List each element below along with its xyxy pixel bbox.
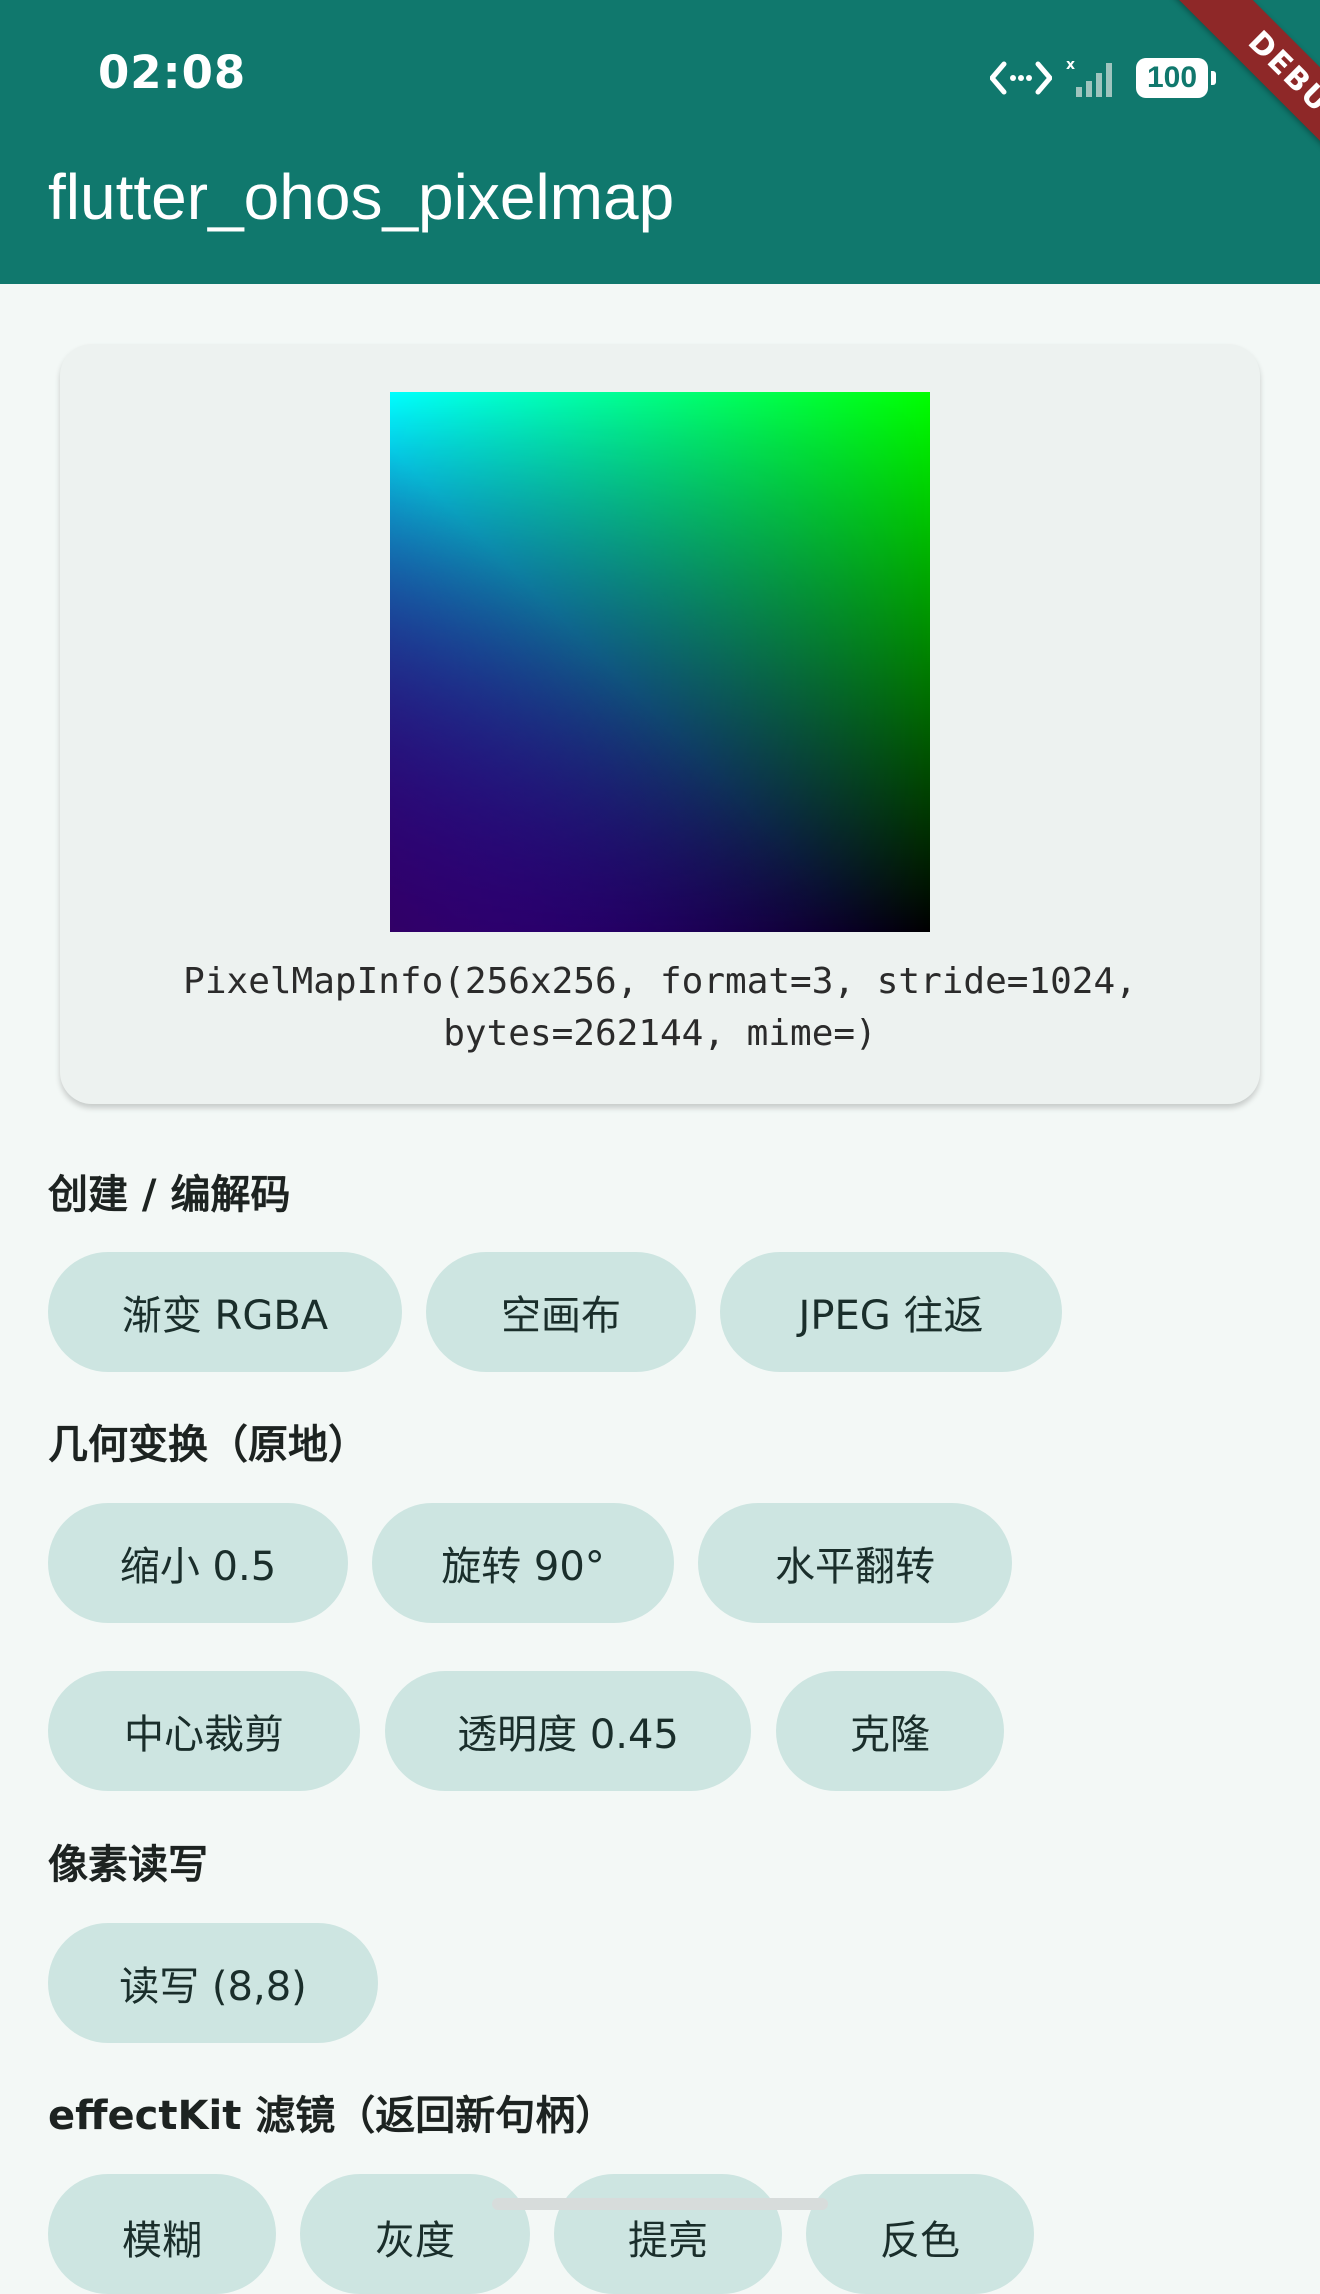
brighten-button[interactable]: 提亮 xyxy=(554,2174,782,2294)
hotspot-icon xyxy=(990,58,1052,98)
info-line-2: bytes=262144, mime=) xyxy=(443,1013,877,1054)
section-title-create: 创建 / 编解码 xyxy=(48,1172,291,1218)
section-title-geometry: 几何变换（原地） xyxy=(48,1422,368,1468)
opacity-button[interactable]: 透明度 0.45 xyxy=(385,1671,751,1791)
pixelmap-preview-image xyxy=(390,392,930,932)
app-bar: 02:08 x 100 flutter_ohos_pixelmap DEBUG xyxy=(0,0,1320,284)
grayscale-button[interactable]: 灰度 xyxy=(300,2174,530,2294)
status-time: 02:08 xyxy=(98,46,247,99)
section-title-effects: effectKit 滤镜（返回新句柄） xyxy=(48,2093,616,2139)
page-title: flutter_ohos_pixelmap xyxy=(48,161,675,233)
blur-button[interactable]: 模糊 xyxy=(48,2174,276,2294)
pixelmap-info-text: PixelMapInfo(256x256, format=3, stride=1… xyxy=(60,956,1260,1060)
empty-canvas-button[interactable]: 空画布 xyxy=(426,1252,696,1372)
info-line-1: PixelMapInfo(256x256, format=3, stride=1… xyxy=(183,961,1137,1002)
read-write-pixel-button[interactable]: 读写 (8,8) xyxy=(48,1923,378,2043)
gradient-rgba-button[interactable]: 渐变 RGBA xyxy=(48,1252,402,1372)
center-crop-button[interactable]: 中心裁剪 xyxy=(48,1671,360,1791)
section-title-pixels: 像素读写 xyxy=(48,1842,208,1888)
preview-card: PixelMapInfo(256x256, format=3, stride=1… xyxy=(60,344,1260,1104)
status-icons: x 100 xyxy=(990,50,1216,106)
flip-horizontal-button[interactable]: 水平翻转 xyxy=(698,1503,1012,1623)
signal-icon: x xyxy=(1066,57,1122,99)
battery-icon: 100 xyxy=(1136,58,1216,98)
scale-down-button[interactable]: 缩小 0.5 xyxy=(48,1503,348,1623)
jpeg-roundtrip-button[interactable]: JPEG 往返 xyxy=(720,1252,1062,1372)
invert-button[interactable]: 反色 xyxy=(806,2174,1034,2294)
clone-button[interactable]: 克隆 xyxy=(776,1671,1004,1791)
svg-text:x: x xyxy=(1066,57,1075,73)
home-indicator[interactable] xyxy=(492,2198,828,2210)
rotate-90-button[interactable]: 旋转 90° xyxy=(372,1503,674,1623)
